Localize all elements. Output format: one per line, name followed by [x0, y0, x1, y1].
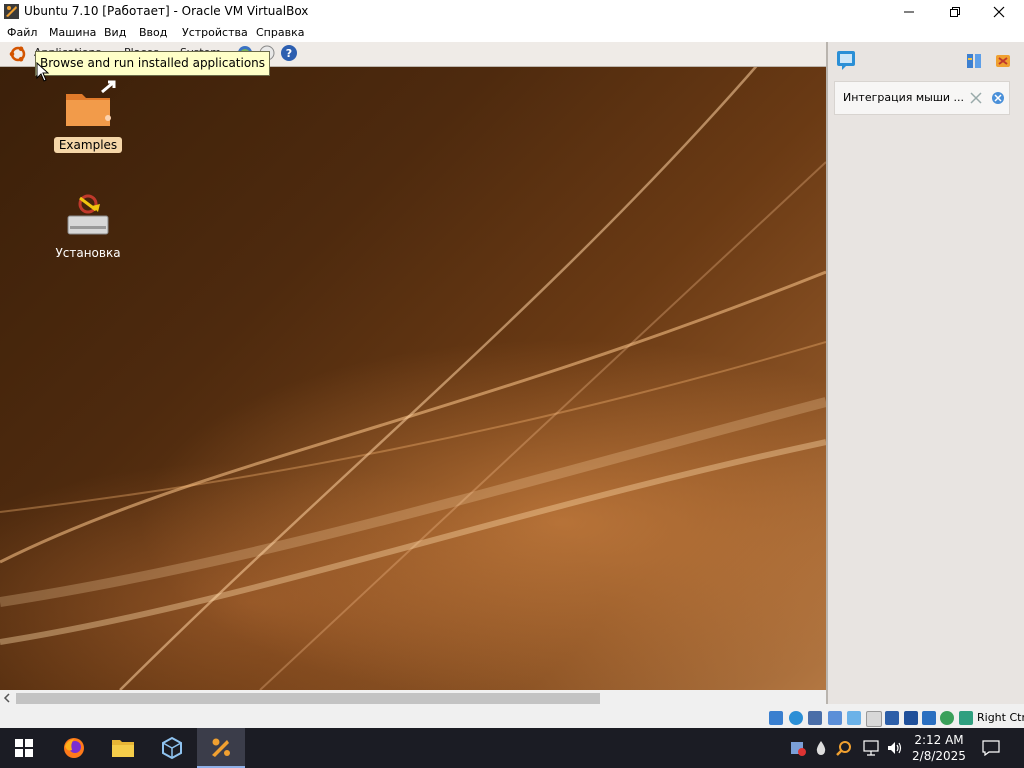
- virtualization-icon[interactable]: [922, 711, 936, 725]
- audio-icon[interactable]: [808, 711, 822, 725]
- notification-mouse-integration[interactable]: Интеграция мыши ...: [834, 81, 1010, 115]
- usb-icon[interactable]: [847, 711, 861, 725]
- recording-icon[interactable]: [904, 711, 918, 725]
- taskbar-virtualbox-vm[interactable]: [197, 728, 245, 768]
- settings-icon[interactable]: [966, 52, 982, 70]
- restore-button[interactable]: [932, 0, 978, 24]
- sidebar-header: [828, 42, 1024, 72]
- taskbar-file-explorer[interactable]: [99, 728, 147, 768]
- file-explorer-icon: [112, 740, 134, 757]
- action-center-button[interactable]: [970, 728, 1012, 768]
- host-key-label: Right Ctrl: [977, 711, 1024, 724]
- horizontal-scrollbar[interactable]: [0, 690, 826, 706]
- help-icon[interactable]: ?: [280, 44, 298, 62]
- desktop-icon-examples[interactable]: Examples: [43, 80, 133, 153]
- svg-text:?: ?: [286, 47, 292, 60]
- notification-text: Интеграция мыши ...: [843, 91, 965, 104]
- restore-icon: [950, 7, 960, 17]
- desktop-icon-label: Examples: [53, 137, 123, 153]
- ubuntu-logo-icon[interactable]: [8, 44, 28, 64]
- close-icon: [993, 6, 1005, 18]
- clock-date: 2/8/2025: [912, 749, 966, 763]
- hard-disk-icon[interactable]: [769, 711, 783, 725]
- mouse-integration-icon[interactable]: [969, 91, 983, 105]
- tooltip: Browse and run installed applications: [35, 51, 271, 76]
- start-button[interactable]: [0, 728, 48, 768]
- mouse-integration-icon[interactable]: [959, 711, 973, 725]
- scrollbar-thumb[interactable]: [16, 693, 600, 704]
- virtualbox-vm-icon: [212, 738, 230, 757]
- folder-link-icon: [66, 80, 116, 126]
- menu-devices[interactable]: Устройства: [182, 26, 248, 39]
- menu-view[interactable]: Вид: [104, 26, 126, 39]
- scroll-left-icon[interactable]: [3, 693, 11, 703]
- network-icon[interactable]: [862, 740, 880, 756]
- virtualbox-icon: [162, 736, 182, 760]
- menu-machine[interactable]: Машина: [49, 26, 96, 39]
- optical-drive-icon[interactable]: [789, 711, 803, 725]
- shared-folders-icon[interactable]: [866, 711, 882, 727]
- install-drive-icon: [67, 194, 109, 235]
- firefox-icon: [64, 738, 84, 758]
- menubar: Файл Машина Вид Ввод Устройства Справка: [0, 24, 1024, 42]
- notification-icon[interactable]: [836, 50, 856, 70]
- tray-drop-icon[interactable]: [814, 740, 828, 756]
- notification-sidebar: Интеграция мыши ...: [826, 42, 1024, 704]
- vbox-statusbar: Right Ctrl: [0, 706, 1024, 728]
- guest-display[interactable]: Applications Places System ? Examples: [0, 42, 826, 690]
- windows-taskbar: 2:12 AM 2/8/2025: [0, 728, 1024, 768]
- window-title: Ubuntu 7.10 [Работает] - Oracle VM Virtu…: [24, 4, 309, 18]
- virtualbox-vm-icon: [4, 4, 19, 19]
- tray-app-icon[interactable]: [790, 740, 806, 756]
- minimize-icon: [904, 11, 914, 13]
- dismiss-icon[interactable]: [991, 91, 1005, 105]
- mouse-cursor-icon: [36, 62, 50, 82]
- desktop-icon-label: Установка: [55, 246, 121, 260]
- display-icon[interactable]: [885, 711, 899, 725]
- menu-file[interactable]: Файл: [7, 26, 37, 39]
- guest-additions-icon[interactable]: [940, 711, 954, 725]
- clock-time: 2:12 AM: [914, 733, 964, 747]
- action-center-icon: [982, 740, 1000, 756]
- minimize-button[interactable]: [886, 0, 932, 24]
- menu-help[interactable]: Справка: [256, 26, 304, 39]
- volume-icon[interactable]: [886, 740, 904, 756]
- taskbar-firefox[interactable]: [50, 728, 98, 768]
- tray-search-icon[interactable]: [836, 740, 852, 756]
- network-icon[interactable]: [828, 711, 842, 725]
- close-all-icon[interactable]: [994, 52, 1012, 70]
- close-button[interactable]: [976, 0, 1022, 24]
- taskbar-virtualbox[interactable]: [148, 728, 196, 768]
- menu-input[interactable]: Ввод: [139, 26, 167, 39]
- window-titlebar: Ubuntu 7.10 [Работает] - Oracle VM Virtu…: [0, 0, 1024, 24]
- desktop-icon-install[interactable]: Установка: [43, 188, 133, 261]
- system-clock[interactable]: 2:12 AM 2/8/2025: [904, 732, 974, 764]
- windows-start-icon: [15, 739, 33, 757]
